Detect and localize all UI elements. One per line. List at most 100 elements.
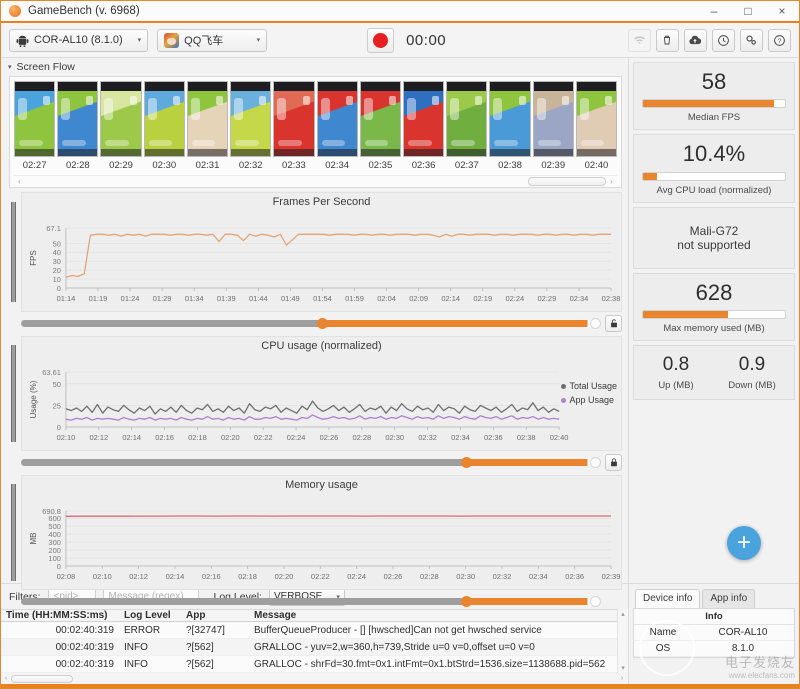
table-row[interactable]: 00:02:40:319ERROR?[32747]BufferQueueProd… <box>1 622 617 639</box>
hscroll-thumb[interactable] <box>11 675 73 683</box>
table-row[interactable]: 00:02:40:319INFO?[562]GRALLOC - yuv=2,w=… <box>1 639 617 656</box>
slider-knob-start[interactable] <box>461 596 472 607</box>
screen-flow-frame[interactable]: 02:35 <box>360 81 401 173</box>
metric-progress-bar <box>642 99 786 108</box>
slider-knob-start[interactable] <box>461 457 472 468</box>
slider-knob-end[interactable] <box>590 457 601 468</box>
frame-top-hud <box>145 82 184 91</box>
window-controls: – □ × <box>697 1 799 21</box>
frame-thumbnail[interactable] <box>489 81 530 157</box>
svg-text:02:10: 02:10 <box>93 572 112 581</box>
screen-flow-frame[interactable]: 02:37 <box>446 81 487 173</box>
scroll-up-icon[interactable]: ▴ <box>621 610 625 618</box>
scroll-right-icon[interactable]: › <box>606 177 617 186</box>
frame-thumbnail[interactable] <box>14 81 55 157</box>
maximize-button[interactable]: □ <box>731 1 765 21</box>
frame-thumbnail[interactable] <box>187 81 228 157</box>
svg-text:01:49: 01:49 <box>281 294 300 303</box>
screen-flow-frame[interactable]: 02:40 <box>576 81 617 173</box>
svg-text:02:18: 02:18 <box>238 572 257 581</box>
screen-flow-frame[interactable]: 02:38 <box>489 81 530 173</box>
app-selector[interactable]: QQ飞车 ▾ <box>157 29 267 52</box>
svg-text:30: 30 <box>53 257 61 266</box>
screen-flow-frame[interactable]: 02:31 <box>187 81 228 173</box>
chart-drag-handle[interactable] <box>9 475 18 590</box>
screen-flow-scrollbar[interactable]: ‹ › <box>14 175 617 187</box>
frame-thumbnail[interactable] <box>100 81 141 157</box>
svg-text:0: 0 <box>57 562 61 571</box>
info-value: COR-AL10 <box>692 625 794 640</box>
frame-thumbnail[interactable] <box>533 81 574 157</box>
gamebench-window: GameBench (v. 6968) – □ × COR-AL10 (8.1.… <box>0 0 800 689</box>
trash-icon[interactable] <box>656 29 679 52</box>
frame-thumbnail[interactable] <box>57 81 98 157</box>
scroll-left-icon[interactable]: ‹ <box>1 675 11 682</box>
slider-knob-end[interactable] <box>590 318 601 329</box>
frame-thumbnail[interactable] <box>317 81 358 157</box>
chart-range-slider[interactable] <box>21 459 599 466</box>
frame-bottom-hud <box>192 140 216 146</box>
frame-thumbnail[interactable] <box>273 81 314 157</box>
screen-flow-frame[interactable]: 02:33 <box>273 81 314 173</box>
logcat-horizontal-scrollbar[interactable]: ‹ › <box>1 673 628 684</box>
scroll-track[interactable] <box>25 177 606 186</box>
cell-log-level: INFO <box>119 642 181 653</box>
settings-gears-icon[interactable] <box>740 29 763 52</box>
screen-flow-frame[interactable]: 02:36 <box>403 81 444 173</box>
cloud-upload-icon[interactable] <box>684 29 707 52</box>
frame-thumbnail[interactable] <box>360 81 401 157</box>
add-marker-button[interactable]: + <box>727 526 761 560</box>
chart-drag-handle[interactable] <box>9 336 18 451</box>
device-selector-label: COR-AL10 (8.1.0) <box>34 34 123 46</box>
screen-flow-header[interactable]: ▾ Screen Flow <box>1 58 628 75</box>
scroll-left-icon[interactable]: ‹ <box>14 177 25 186</box>
screen-flow-frame[interactable]: 02:28 <box>57 81 98 173</box>
frame-thumbnail[interactable] <box>576 81 617 157</box>
tab-app-info[interactable]: App info <box>702 589 755 608</box>
frame-dpad-icon <box>104 98 113 120</box>
frame-bottom-hud <box>235 140 259 146</box>
chart-lock-button[interactable] <box>605 454 622 471</box>
svg-text:01:59: 01:59 <box>345 294 364 303</box>
scroll-thumb[interactable] <box>528 177 606 186</box>
chart-range-slider[interactable] <box>21 320 599 327</box>
svg-text:02:34: 02:34 <box>570 294 589 303</box>
history-clock-icon[interactable] <box>712 29 735 52</box>
screen-flow-frame[interactable]: 02:39 <box>533 81 574 173</box>
frame-bottom-bar <box>15 149 54 156</box>
device-selector[interactable]: COR-AL10 (8.1.0) ▾ <box>9 29 148 52</box>
cell-app: ?[562] <box>181 642 249 653</box>
chart-range-slider[interactable] <box>21 598 599 605</box>
minimize-button[interactable]: – <box>697 1 731 21</box>
screen-flow-frame[interactable]: 02:30 <box>144 81 185 173</box>
table-row[interactable]: 00:02:40:319INFO?[562]GRALLOC - shrFd=30… <box>1 656 617 673</box>
scroll-down-icon[interactable]: ▾ <box>621 664 625 672</box>
frame-bottom-bar <box>101 149 140 156</box>
logcat-vertical-scrollbar[interactable]: ▴ ▾ <box>617 609 628 673</box>
help-icon[interactable]: ? <box>768 29 791 52</box>
cell-time: 00:02:40:319 <box>1 642 119 653</box>
frame-top-hud <box>231 82 270 91</box>
chart-lock-button[interactable] <box>605 315 622 332</box>
svg-text:40: 40 <box>53 248 61 257</box>
screen-flow-frame[interactable]: 02:34 <box>317 81 358 173</box>
frame-dpad-icon <box>450 98 459 120</box>
close-button[interactable]: × <box>765 1 799 21</box>
frame-thumbnail[interactable] <box>230 81 271 157</box>
frame-thumbnail[interactable] <box>446 81 487 157</box>
screen-flow-frame[interactable]: 02:29 <box>100 81 141 173</box>
frame-bottom-bar <box>447 149 486 156</box>
slider-knob-start[interactable] <box>317 318 328 329</box>
frame-bottom-hud <box>494 140 518 146</box>
wifi-icon[interactable] <box>628 29 651 52</box>
frame-thumbnail[interactable] <box>403 81 444 157</box>
record-button[interactable] <box>367 28 394 53</box>
chart-drag-handle[interactable] <box>9 192 18 312</box>
screen-flow-frame[interactable]: 02:32 <box>230 81 271 173</box>
slider-knob-end[interactable] <box>590 596 601 607</box>
frame-hud-icon <box>346 96 353 105</box>
tab-device-info[interactable]: Device info <box>635 589 700 608</box>
screen-flow-frame[interactable]: 02:27 <box>14 81 55 173</box>
frame-thumbnail[interactable] <box>144 81 185 157</box>
scroll-right-icon[interactable]: › <box>616 675 628 682</box>
